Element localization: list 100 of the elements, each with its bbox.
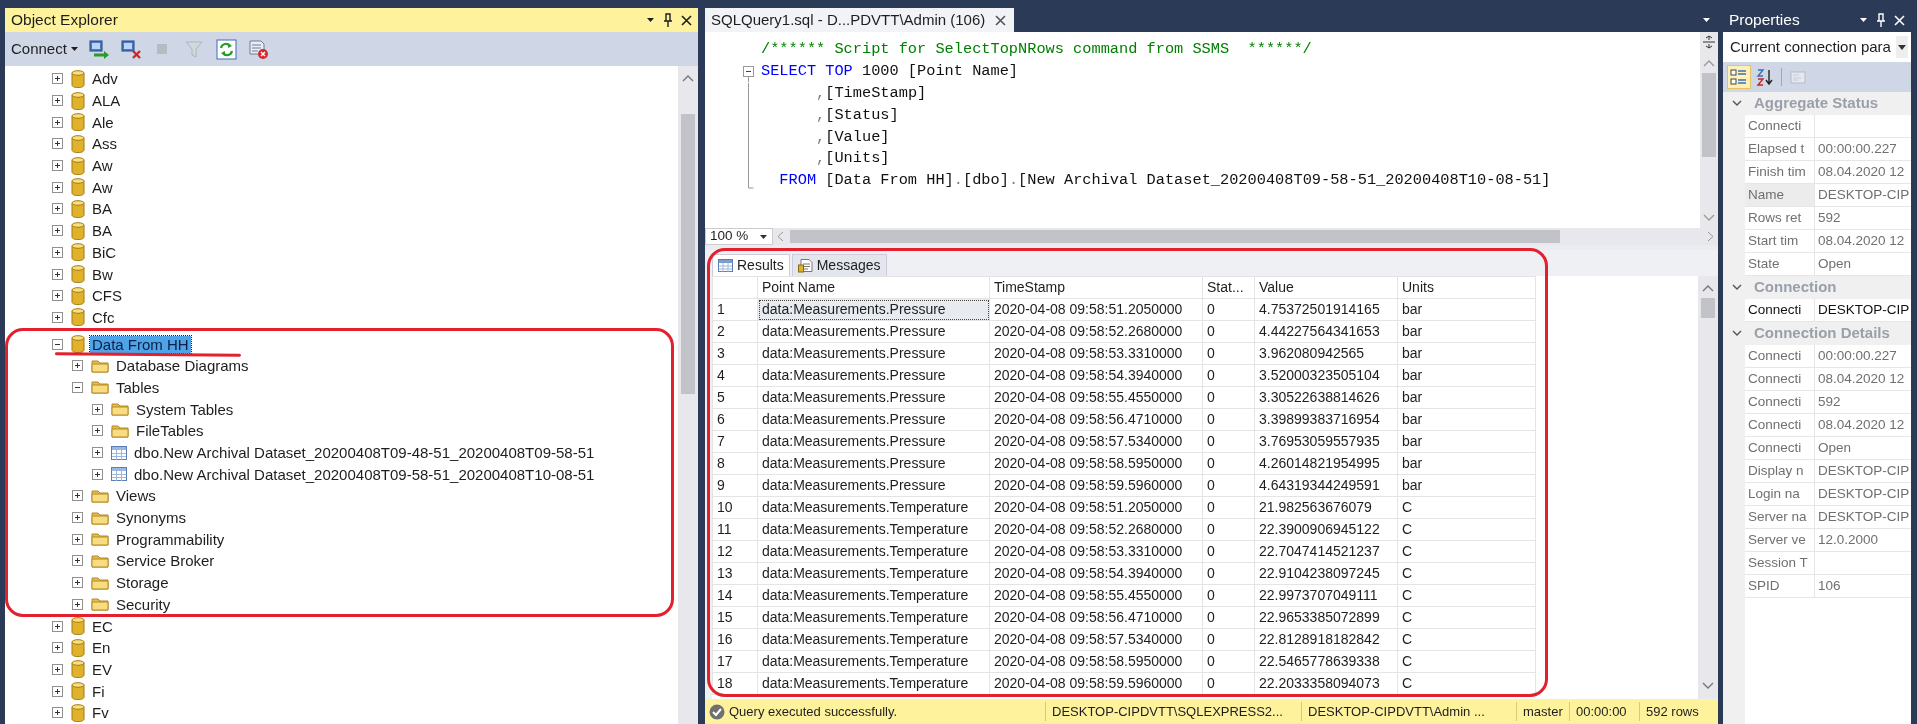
- close-icon[interactable]: [995, 14, 1007, 26]
- expand-icon[interactable]: [72, 577, 83, 589]
- tree-item[interactable]: EV: [90, 660, 114, 678]
- collapse-icon[interactable]: [1732, 284, 1742, 291]
- expand-icon[interactable]: [52, 203, 63, 215]
- property-name[interactable]: Connecti: [1745, 115, 1815, 138]
- expand-icon[interactable]: [52, 138, 63, 150]
- tree-item[interactable]: Ale: [90, 113, 116, 131]
- scroll-up-icon[interactable]: [1702, 284, 1714, 292]
- server-arrow-icon[interactable]: [86, 37, 111, 61]
- expand-icon[interactable]: [72, 490, 83, 502]
- tree-item[interactable]: En: [90, 639, 113, 657]
- property-name[interactable]: SPID: [1745, 575, 1815, 598]
- property-name[interactable]: Login na: [1745, 483, 1815, 506]
- tree-item[interactable]: Ass: [90, 135, 119, 153]
- property-name[interactable]: Elapsed t: [1745, 138, 1815, 161]
- column-header[interactable]: Stat...: [1202, 276, 1255, 299]
- expand-icon[interactable]: [52, 620, 63, 632]
- expand-icon[interactable]: [52, 225, 63, 237]
- collapse-icon[interactable]: [1732, 100, 1742, 107]
- tree-item[interactable]: Cfc: [90, 308, 117, 326]
- expand-icon[interactable]: [92, 425, 103, 437]
- expand-icon[interactable]: [52, 642, 63, 654]
- expand-icon[interactable]: [92, 403, 103, 415]
- tab-list-icon[interactable]: [1702, 17, 1712, 23]
- column-header[interactable]: Value: [1254, 276, 1398, 299]
- tree-item[interactable]: Fv: [90, 704, 111, 722]
- expand-icon[interactable]: [52, 116, 63, 128]
- property-name[interactable]: Connecti: [1745, 391, 1815, 414]
- property-name[interactable]: Connecti: [1745, 414, 1815, 437]
- toolbar-button[interactable]: [1727, 65, 1751, 89]
- property-name[interactable]: Server na: [1745, 506, 1815, 529]
- refresh-icon[interactable]: [214, 37, 239, 61]
- tree-item[interactable]: Service Broker: [114, 552, 217, 570]
- tree-item[interactable]: dbo.New Archival Dataset_20200408T09-58-51_20200408T10-08-51: [132, 465, 597, 483]
- tree-item[interactable]: BA: [90, 222, 114, 240]
- column-header[interactable]: Point Name: [757, 276, 990, 299]
- expand-icon[interactable]: [52, 663, 63, 675]
- tree-item[interactable]: Synonyms: [114, 509, 189, 527]
- collapse-icon[interactable]: [52, 338, 63, 350]
- pin-icon[interactable]: [663, 13, 673, 27]
- property-name[interactable]: Name: [1745, 184, 1815, 207]
- expand-icon[interactable]: [52, 268, 63, 280]
- expand-icon[interactable]: [52, 160, 63, 172]
- scrollbar-thumb[interactable]: [1701, 298, 1715, 318]
- collapse-icon[interactable]: [72, 381, 83, 393]
- tree-item[interactable]: Aw: [90, 157, 115, 175]
- scroll-down-icon[interactable]: [1702, 682, 1714, 690]
- property-name[interactable]: Connecti: [1745, 437, 1815, 460]
- tree-item[interactable]: Programmability: [114, 530, 227, 548]
- results-tab[interactable]: Messages: [791, 254, 887, 276]
- expand-icon[interactable]: [52, 181, 63, 193]
- document-tab[interactable]: SQLQuery1.sql - D...PDVTT\Admin (106): [705, 8, 1015, 32]
- connect-button[interactable]: Connect: [9, 35, 81, 63]
- expand-icon[interactable]: [52, 311, 63, 323]
- property-name[interactable]: Display n: [1745, 460, 1815, 483]
- expand-icon[interactable]: [72, 598, 83, 610]
- expand-icon[interactable]: [52, 95, 63, 107]
- split-icon[interactable]: [1702, 35, 1716, 49]
- expand-icon[interactable]: [52, 246, 63, 258]
- tree-item[interactable]: BiC: [90, 243, 119, 261]
- tree-item[interactable]: Bw: [90, 265, 115, 283]
- tree-item[interactable]: Adv: [90, 70, 120, 88]
- dropdown-icon[interactable]: [646, 17, 655, 23]
- property-name[interactable]: Connecti: [1745, 368, 1815, 391]
- close-icon[interactable]: [681, 14, 692, 26]
- expand-icon[interactable]: [92, 468, 103, 480]
- scrollbar-thumb[interactable]: [1702, 73, 1716, 157]
- tree-item[interactable]: Storage: [114, 574, 171, 592]
- zoom-dropdown[interactable]: 100 %: [705, 228, 773, 245]
- tree-item[interactable]: CFS: [90, 287, 124, 305]
- tree-item[interactable]: Fi: [90, 682, 107, 700]
- tree-item[interactable]: dbo.New Archival Dataset_20200408T09-48-51_20200408T09-58-51: [132, 444, 597, 462]
- tree-item[interactable]: System Tables: [134, 400, 236, 418]
- tree-item[interactable]: Database Diagrams: [114, 357, 251, 375]
- tree-item[interactable]: Views: [114, 487, 158, 505]
- property-name[interactable]: Start tim: [1745, 230, 1815, 253]
- document-x-icon[interactable]: [246, 37, 271, 61]
- scroll-up-icon[interactable]: [682, 74, 694, 82]
- expand-icon[interactable]: [52, 290, 63, 302]
- property-name[interactable]: Connecti: [1745, 345, 1815, 368]
- collapse-icon[interactable]: [1732, 330, 1742, 337]
- tree-item[interactable]: ALA: [90, 92, 123, 110]
- expand-icon[interactable]: [72, 555, 83, 567]
- expand-icon[interactable]: [52, 707, 63, 719]
- property-name[interactable]: Session T: [1745, 552, 1815, 575]
- scrollbar-thumb[interactable]: [790, 230, 1560, 243]
- tree-item[interactable]: EC: [90, 617, 115, 635]
- expand-icon[interactable]: [52, 685, 63, 697]
- server-x-icon[interactable]: [118, 37, 143, 61]
- tree-item[interactable]: FileTables: [134, 422, 206, 440]
- expand-icon[interactable]: [92, 447, 103, 459]
- column-header[interactable]: TimeStamp: [989, 276, 1203, 299]
- tree-item[interactable]: Aw: [90, 178, 115, 196]
- expand-icon[interactable]: [72, 360, 83, 372]
- dropdown-icon[interactable]: [1859, 17, 1868, 23]
- expand-icon[interactable]: [72, 512, 83, 524]
- tree-item[interactable]: Tables: [114, 378, 162, 396]
- column-header[interactable]: Units: [1397, 276, 1536, 299]
- expand-icon[interactable]: [52, 73, 63, 85]
